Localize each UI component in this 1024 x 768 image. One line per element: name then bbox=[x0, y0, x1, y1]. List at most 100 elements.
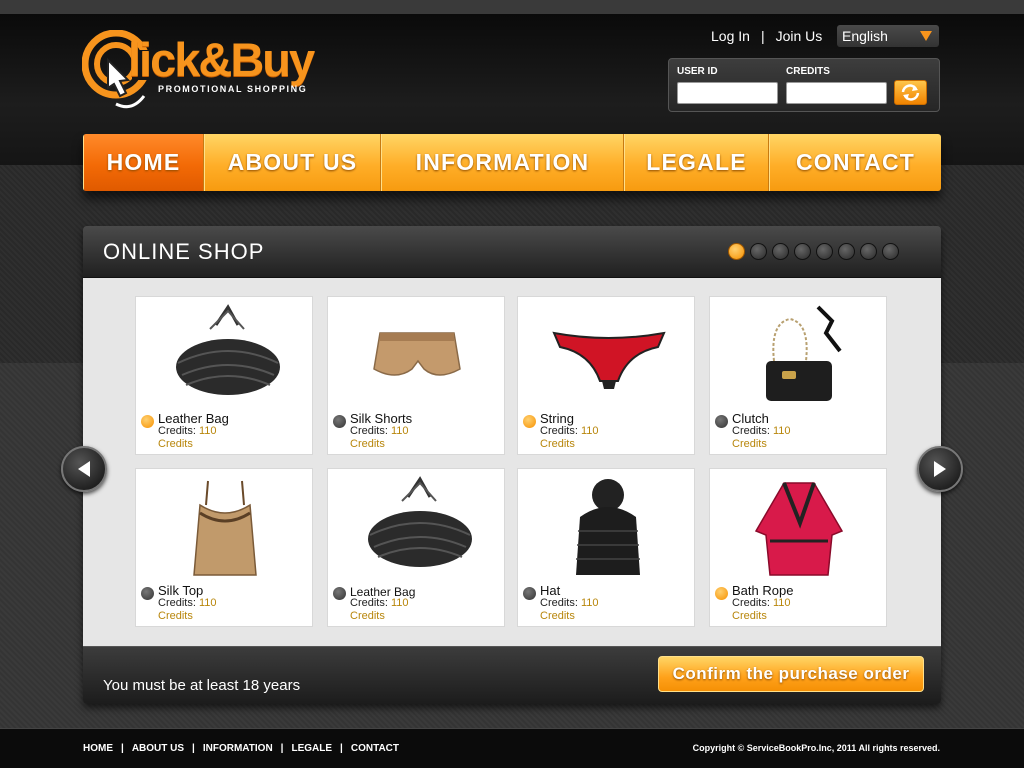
product-card[interactable]: Leather Bag Credits: 110 Credits bbox=[135, 296, 313, 455]
credits-input[interactable] bbox=[786, 82, 887, 104]
footer-separator: | bbox=[340, 743, 343, 754]
product-credits: Credits: 110 bbox=[732, 597, 791, 609]
credits-unit: Credits bbox=[540, 438, 575, 450]
join-link[interactable]: Join Us bbox=[776, 28, 823, 44]
pager-dot[interactable] bbox=[882, 243, 899, 260]
arrow-left-icon bbox=[78, 461, 90, 477]
footer-link-home[interactable]: HOME bbox=[83, 743, 113, 754]
pager-dot[interactable] bbox=[838, 243, 855, 260]
copyright-text: Copyright © ServiceBookPro.Inc, 2011 All… bbox=[692, 743, 940, 753]
product-credits: Credits: 110 bbox=[540, 425, 599, 437]
logo-tagline: PROMOTIONAL SHOPPING bbox=[158, 84, 308, 94]
age-notice: You must be at least 18 years bbox=[103, 677, 301, 694]
product-credits: Credits: 110 bbox=[350, 597, 409, 609]
shop-header: ONLINE SHOP bbox=[83, 226, 941, 278]
user-id-label: USER ID bbox=[677, 66, 718, 77]
credit-value: 110 bbox=[198, 597, 217, 609]
nav-home[interactable]: HOME bbox=[83, 134, 204, 191]
next-arrow-button[interactable] bbox=[917, 446, 963, 492]
footer-link-about-us[interactable]: ABOUT US bbox=[132, 743, 184, 754]
site-logo[interactable]: lick&Buy PROMOTIONAL SHOPPING bbox=[82, 30, 332, 112]
credit-value: 110 bbox=[580, 425, 599, 437]
product-name: Silk Shorts bbox=[350, 411, 413, 426]
product-name: Leather Bag bbox=[158, 411, 229, 426]
string-image bbox=[552, 331, 666, 389]
credits-label: CREDITS bbox=[786, 66, 830, 77]
main-nav: HOME ABOUT US INFORMATION LEGALE CONTACT bbox=[83, 134, 941, 191]
credits-unit: Credits bbox=[158, 438, 193, 450]
link-separator: | bbox=[760, 28, 765, 44]
status-bullet bbox=[141, 415, 154, 428]
user-id-input[interactable] bbox=[677, 82, 778, 104]
refresh-button[interactable] bbox=[894, 80, 927, 105]
nav-contact[interactable]: CONTACT bbox=[769, 134, 941, 191]
confirm-purchase-button[interactable]: Confirm the purchase order bbox=[658, 656, 924, 692]
footer-separator: | bbox=[121, 743, 124, 754]
leather-bag-image bbox=[368, 476, 472, 567]
product-name: Hat bbox=[540, 583, 561, 598]
pager-dot[interactable] bbox=[750, 243, 767, 260]
credits-unit: Credits bbox=[350, 610, 385, 622]
silk-top-image bbox=[193, 480, 257, 576]
prev-arrow-button[interactable] bbox=[61, 446, 107, 492]
credit-value: 110 bbox=[772, 597, 791, 609]
footer-link-information[interactable]: INFORMATION bbox=[203, 743, 273, 754]
login-link[interactable]: Log In bbox=[711, 28, 750, 44]
status-bullet bbox=[715, 415, 728, 428]
product-credits: Credits: 110 bbox=[350, 425, 409, 437]
product-card[interactable]: Bath Rope Credits: 110 Credits bbox=[709, 468, 887, 627]
product-grid: Leather Bag Credits: 110 Credits Silk Sh… bbox=[83, 278, 941, 646]
nav-about-us[interactable]: ABOUT US bbox=[204, 134, 381, 191]
status-bullet bbox=[523, 587, 536, 600]
credit-value: 110 bbox=[390, 597, 409, 609]
pager-dot[interactable] bbox=[728, 243, 745, 260]
status-bullet bbox=[523, 415, 536, 428]
nav-legale[interactable]: LEGALE bbox=[624, 134, 769, 191]
product-card[interactable]: Leather Bag Credits: 110 Credits bbox=[327, 468, 505, 627]
footer-nav: HOME | ABOUT US | INFORMATION | LEGALE |… bbox=[83, 743, 399, 754]
credits-unit: Credits bbox=[540, 610, 575, 622]
logo-wordmark: lick&Buy bbox=[128, 33, 315, 86]
credits-unit: Credits bbox=[350, 438, 385, 450]
credit-value: 110 bbox=[580, 597, 599, 609]
leather-bag-image bbox=[176, 304, 280, 395]
status-bullet bbox=[141, 587, 154, 600]
hat-image bbox=[576, 479, 640, 575]
product-credits: Credits: 110 bbox=[158, 597, 217, 609]
pager-dot[interactable] bbox=[772, 243, 789, 260]
nav-information[interactable]: INFORMATION bbox=[381, 134, 624, 191]
product-credits: Credits: 110 bbox=[158, 425, 217, 437]
language-select[interactable]: English bbox=[837, 25, 939, 47]
product-card[interactable]: Silk Shorts Credits: 110 Credits bbox=[327, 296, 505, 455]
product-card[interactable]: Hat Credits: 110 Credits bbox=[517, 468, 695, 627]
product-name: Clutch bbox=[732, 411, 769, 426]
product-card[interactable]: Clutch Credits: 110 Credits bbox=[709, 296, 887, 455]
product-name: Silk Top bbox=[158, 583, 204, 598]
language-value: English bbox=[842, 28, 888, 44]
status-bullet bbox=[333, 415, 346, 428]
pager-dot[interactable] bbox=[816, 243, 833, 260]
pager-dot[interactable] bbox=[860, 243, 877, 260]
shop-footer: You must be at least 18 years Confirm th… bbox=[83, 646, 941, 704]
product-name: Bath Rope bbox=[732, 583, 794, 598]
login-box: USER ID CREDITS bbox=[668, 58, 940, 112]
product-credits: Credits: 110 bbox=[732, 425, 791, 437]
footer-separator: | bbox=[280, 743, 284, 754]
status-bullet bbox=[333, 587, 346, 600]
top-links: Log In | Join Us bbox=[711, 27, 822, 45]
credits-unit: Credits bbox=[158, 610, 193, 622]
product-card[interactable]: Silk Top Credits: 110 Credits bbox=[135, 468, 313, 627]
credit-value: 110 bbox=[198, 425, 217, 437]
silk-shorts-image bbox=[373, 332, 461, 376]
online-shop-panel: ONLINE SHOP Leather Bag Credits: 110 Cre… bbox=[83, 226, 941, 704]
product-card[interactable]: String Credits: 110 Credits bbox=[517, 296, 695, 455]
footer-link-contact[interactable]: CONTACT bbox=[351, 743, 399, 754]
clutch-image bbox=[766, 305, 842, 401]
bath-robe-image bbox=[754, 482, 844, 576]
credits-unit: Credits bbox=[732, 610, 767, 622]
credit-value: 110 bbox=[772, 425, 791, 437]
refresh-icon bbox=[901, 84, 920, 101]
pager-dot[interactable] bbox=[794, 243, 811, 260]
footer-link-legale[interactable]: LEGALE bbox=[291, 743, 332, 754]
product-credits: Credits: 110 bbox=[540, 597, 599, 609]
